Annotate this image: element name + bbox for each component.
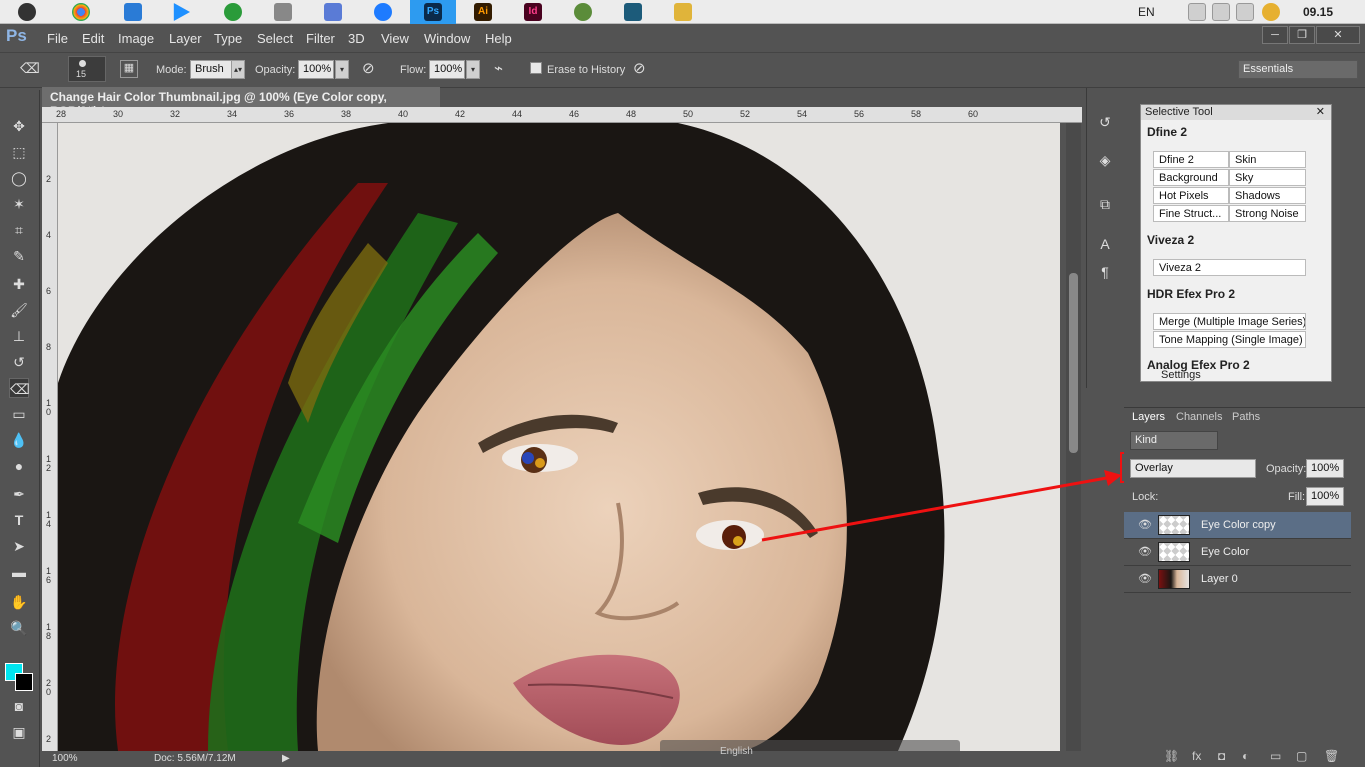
- layers-footer: ⛓ fx ◘ ◐ ▭ ▢ 🗑: [1124, 746, 1365, 767]
- layer-name: Layer 0: [1201, 573, 1238, 585]
- blend-mode-select[interactable]: Overlay: [1130, 459, 1256, 478]
- lock-label: Lock:: [1132, 491, 1159, 503]
- annotation-arrow-line: [761, 475, 1113, 542]
- taskbar-language[interactable]: English: [720, 746, 753, 757]
- btn-viveza2[interactable]: Viveza 2: [1153, 259, 1306, 276]
- layer-name: Eye Color copy: [1201, 519, 1276, 531]
- layer-thumbnail: [1158, 569, 1190, 589]
- properties-panel-icon[interactable]: ⧉: [1095, 194, 1115, 214]
- btn-dfine2[interactable]: Dfine 2: [1153, 151, 1229, 168]
- btn-strong-noise[interactable]: Strong Noise: [1229, 205, 1306, 222]
- tab-layers[interactable]: Layers: [1126, 409, 1172, 425]
- history-panel-icon[interactable]: ↺: [1095, 112, 1115, 132]
- visibility-eye-icon[interactable]: 👁: [1138, 518, 1152, 531]
- panel-icon-strip: ↺ ◈ ⧉ A ¶: [1086, 88, 1122, 388]
- layer-opacity-label: Opacity:: [1266, 463, 1307, 475]
- floating-taskbar: English: [660, 740, 960, 767]
- fx-icon[interactable]: fx: [1192, 749, 1201, 763]
- selective-tool-header: Selective Tool ✕: [1141, 105, 1331, 120]
- section-hdr-efex[interactable]: HDR Efex Pro 2: [1147, 287, 1235, 301]
- link-layers-icon[interactable]: ⛓: [1164, 749, 1179, 763]
- layer-thumbnail: [1158, 515, 1190, 535]
- status-arrow-icon[interactable]: ▶: [282, 753, 290, 764]
- 3d-panel-icon[interactable]: ◈: [1095, 150, 1115, 170]
- selective-tool-close-icon[interactable]: ✕: [1316, 105, 1325, 118]
- annotation-arrowhead-1: [1104, 470, 1122, 486]
- tab-channels[interactable]: Channels: [1170, 409, 1228, 425]
- btn-background[interactable]: Background: [1153, 169, 1229, 186]
- trash-icon[interactable]: 🗑: [1324, 749, 1339, 763]
- btn-shadows[interactable]: Shadows: [1229, 187, 1306, 204]
- zoom-level[interactable]: 100%: [52, 753, 78, 764]
- fill-label: Fill:: [1288, 491, 1306, 503]
- doc-size[interactable]: Doc: 5.56M/7.12M: [154, 753, 236, 764]
- fill-input[interactable]: 100%: [1306, 487, 1344, 506]
- layer-opacity-input[interactable]: 100%: [1306, 459, 1344, 478]
- new-layer-icon[interactable]: ▢: [1296, 749, 1307, 763]
- section-viveza[interactable]: Viveza 2: [1147, 233, 1194, 247]
- section-dfine[interactable]: Dfine 2: [1147, 125, 1187, 139]
- selective-tool-panel: Selective Tool ✕ Dfine 2 Dfine 2 Skin Ba…: [1140, 104, 1332, 382]
- paragraph-panel-icon[interactable]: ¶: [1095, 262, 1115, 282]
- group-folder-icon[interactable]: ▭: [1270, 749, 1281, 763]
- visibility-eye-icon[interactable]: 👁: [1138, 572, 1152, 585]
- layer-row-layer-0[interactable]: 👁 Layer 0: [1124, 566, 1351, 593]
- settings-link[interactable]: Settings: [1161, 369, 1201, 381]
- layer-name: Eye Color: [1201, 546, 1250, 558]
- filter-kind-select[interactable]: Kind: [1130, 431, 1218, 450]
- btn-merge[interactable]: Merge (Multiple Image Series): [1153, 313, 1306, 330]
- layer-thumbnail: [1158, 542, 1190, 562]
- tab-paths[interactable]: Paths: [1226, 409, 1266, 425]
- adjustment-layer-icon[interactable]: ◐: [1242, 749, 1249, 763]
- btn-tone-mapping[interactable]: Tone Mapping (Single Image): [1153, 331, 1306, 348]
- btn-hot-pixels[interactable]: Hot Pixels: [1153, 187, 1229, 204]
- layer-row-eye-color[interactable]: 👁 Eye Color: [1124, 539, 1351, 566]
- visibility-eye-icon[interactable]: 👁: [1138, 545, 1152, 558]
- btn-fine-struct[interactable]: Fine Struct...: [1153, 205, 1229, 222]
- selective-tool-title: Selective Tool: [1145, 106, 1213, 118]
- layer-row-eye-color-copy[interactable]: 👁 Eye Color copy: [1124, 512, 1351, 539]
- btn-skin[interactable]: Skin: [1229, 151, 1306, 168]
- layer-mask-icon[interactable]: ◘: [1218, 749, 1225, 763]
- btn-sky[interactable]: Sky: [1229, 169, 1306, 186]
- character-panel-icon[interactable]: A: [1095, 234, 1115, 254]
